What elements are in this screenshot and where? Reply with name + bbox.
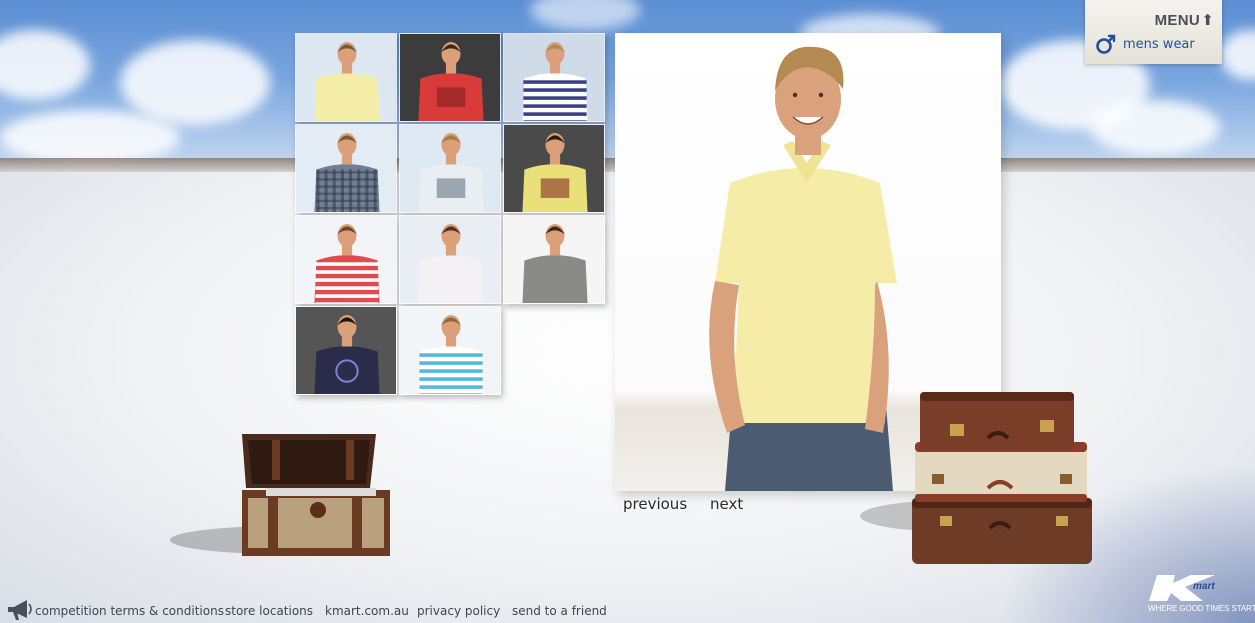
menu-panel[interactable]: MENU ⬆ mens wear [1085,0,1222,64]
thumbnail-5[interactable] [399,124,501,213]
next-button[interactable]: next [710,495,743,513]
thumbnail-4[interactable] [295,124,397,213]
brand-tagline: WHERE GOOD TIMES START [1148,604,1255,613]
footer-link-3[interactable]: privacy policy [417,604,500,618]
male-icon [1096,34,1116,54]
suitcases-icon [860,392,1092,564]
section-label: mens wear [1123,36,1195,52]
svg-text:mart: mart [1193,581,1215,592]
menu-button[interactable]: MENU [1155,12,1200,29]
thumbnail-2[interactable] [399,33,501,122]
footer-bar: competition terms & conditions store loca… [5,596,607,623]
thumbnail-9[interactable] [503,215,605,304]
footer-link-1[interactable]: store locations [225,604,313,618]
thumbnail-6[interactable] [503,124,605,213]
thumbnail-3[interactable] [503,33,605,122]
footer-link-0[interactable]: competition terms & conditions [35,604,224,618]
footer-link-2[interactable]: kmart.com.au [325,604,409,618]
arrow-up-icon[interactable]: ⬆ [1201,11,1214,29]
footer-link-4[interactable]: send to a friend [512,604,607,618]
treasure-chest-icon [170,434,390,556]
thumbnail-10[interactable] [295,306,397,395]
section-mens-wear[interactable]: mens wear [1095,33,1195,55]
thumbnail-1[interactable] [295,33,397,122]
thumbnail-8[interactable] [399,215,501,304]
thumbnail-grid [295,33,607,397]
megaphone-icon [8,599,32,620]
previous-button[interactable]: previous [623,495,687,513]
thumbnail-7[interactable] [295,215,397,304]
thumbnail-11[interactable] [399,306,501,395]
